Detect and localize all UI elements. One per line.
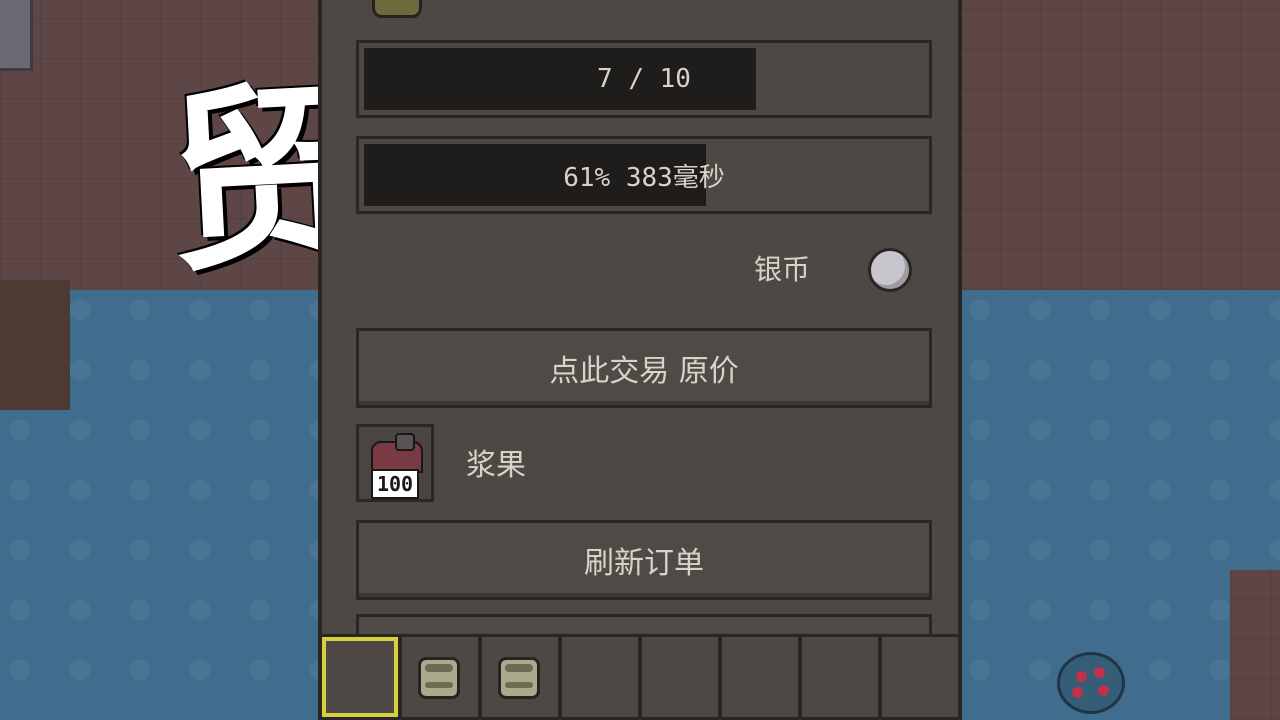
- refresh-timer-text: 61% 383毫秒: [563, 162, 725, 193]
- hotbar-slot-1[interactable]: [322, 637, 398, 717]
- order-count-text: 7 / 10: [597, 64, 691, 94]
- roll-icon: [498, 657, 540, 699]
- panel-top-icon: [372, 0, 422, 18]
- ground-bottom-right: [1230, 570, 1280, 720]
- basket-handle: [395, 433, 415, 451]
- currency-label: 银币: [754, 253, 811, 286]
- hotbar: [318, 634, 962, 720]
- trade-panel: 7 / 10 61% 383毫秒 银币 点此交易 原价 100 浆果 刷新订单: [318, 0, 962, 636]
- refresh-timer-bar: 61% 383毫秒: [356, 136, 932, 214]
- item-count: 100: [371, 469, 419, 499]
- berry-bush[interactable]: [1057, 652, 1125, 714]
- hotbar-slot-2[interactable]: [402, 637, 478, 717]
- silver-coin-icon: [868, 248, 912, 292]
- item-name: 浆果: [466, 448, 526, 483]
- hotbar-slot-3[interactable]: [482, 637, 558, 717]
- hotbar-slot-4[interactable]: [562, 637, 638, 717]
- cliff-left: [0, 280, 70, 410]
- ground-right: [960, 0, 1280, 290]
- berry-dot: [1094, 667, 1105, 678]
- trade-button[interactable]: 点此交易 原价: [356, 328, 932, 408]
- trade-item-slot: 100: [356, 424, 434, 502]
- berry-dot: [1076, 671, 1087, 682]
- berry-dot: [1072, 687, 1083, 698]
- hotbar-slot-7[interactable]: [802, 637, 878, 717]
- berry-dot: [1098, 685, 1109, 696]
- refresh-orders-button[interactable]: 刷新订单: [356, 520, 932, 600]
- hotbar-slot-6[interactable]: [722, 637, 798, 717]
- next-order-row[interactable]: [356, 614, 932, 636]
- rock: [0, 0, 33, 71]
- order-count-bar: 7 / 10: [356, 40, 932, 118]
- hotbar-slot-5[interactable]: [642, 637, 718, 717]
- roll-icon: [418, 657, 460, 699]
- hotbar-slot-8[interactable]: [882, 637, 958, 717]
